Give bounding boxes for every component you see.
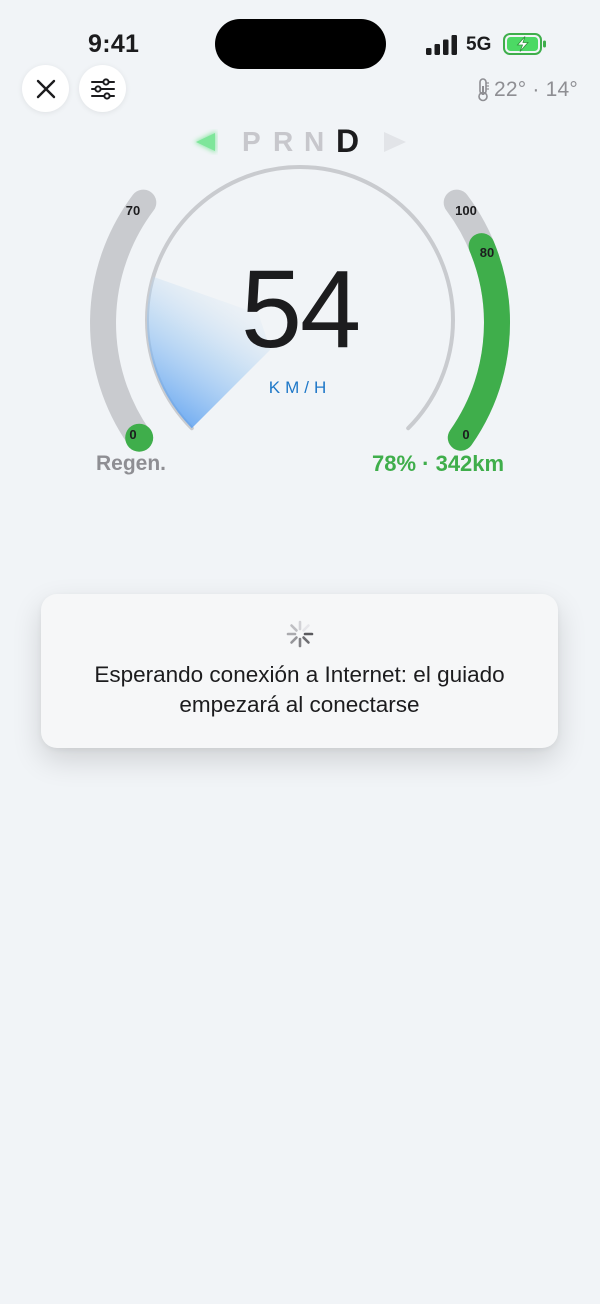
regen-max-label: 70 (126, 203, 140, 218)
toast-message: Esperando conexión a Internet: el guiado… (94, 662, 505, 717)
regen-track (90, 189, 157, 451)
regen-label: Regen. (96, 452, 167, 475)
battery-min-label: 0 (462, 427, 469, 442)
battery-max-label: 100 (455, 203, 477, 218)
connection-toast: Esperando conexión a Internet: el guiado… (41, 594, 558, 748)
loading-spinner-icon (286, 620, 314, 648)
battery-level-label: 80 (480, 245, 494, 260)
battery-summary: 78% · 342km (372, 451, 505, 476)
battery-fill (447, 233, 510, 451)
speed-unit: KM/H (268, 378, 332, 397)
speed-value: 54 (240, 248, 361, 371)
regen-min-label: 0 (129, 427, 136, 442)
